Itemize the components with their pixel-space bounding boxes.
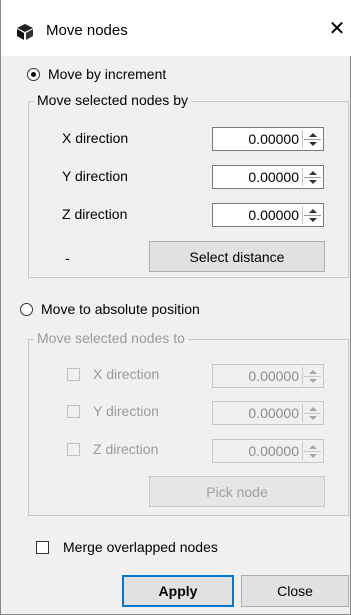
cube-icon — [17, 24, 33, 40]
move-selected-nodes-to-title: Move selected nodes to — [34, 330, 188, 346]
spin-down-icon[interactable] — [304, 451, 321, 460]
move-selected-nodes-by-title: Move selected nodes by — [34, 92, 191, 108]
abs-x-direction-spinbox[interactable]: 0.00000 — [212, 364, 324, 388]
x-direction-spinbox[interactable]: 0.00000 — [212, 127, 324, 151]
z-direction-checkbox[interactable] — [67, 443, 80, 456]
close-button[interactable]: Close — [241, 575, 349, 607]
x-direction-value[interactable]: 0.00000 — [248, 131, 299, 147]
move-by-increment-radio[interactable] — [27, 68, 40, 81]
x-direction-label: X direction — [62, 130, 129, 146]
spin-up-icon[interactable] — [304, 130, 321, 139]
distance-placeholder-label: - — [65, 250, 70, 266]
abs-y-direction-spinbox[interactable]: 0.00000 — [212, 401, 324, 425]
move-to-absolute-label[interactable]: Move to absolute position — [41, 301, 200, 317]
spin-down-icon[interactable] — [304, 177, 321, 186]
window-title: Move nodes — [46, 22, 128, 39]
apply-button[interactable]: Apply — [122, 575, 234, 607]
merge-overlapped-label[interactable]: Merge overlapped nodes — [63, 539, 218, 555]
close-icon[interactable]: ✕ — [327, 19, 347, 39]
spin-up-icon[interactable] — [304, 367, 321, 376]
move-by-increment-label[interactable]: Move by increment — [48, 66, 166, 82]
abs-y-direction-value[interactable]: 0.00000 — [248, 405, 299, 421]
abs-z-direction-spinbox[interactable]: 0.00000 — [212, 439, 324, 463]
pick-node-button[interactable]: Pick node — [149, 476, 325, 507]
select-distance-button[interactable]: Select distance — [149, 241, 325, 272]
spin-down-icon[interactable] — [304, 215, 321, 224]
spin-down-icon[interactable] — [304, 139, 321, 148]
abs-x-direction-label: X direction — [93, 366, 160, 382]
spin-up-icon[interactable] — [304, 206, 321, 215]
spin-up-icon[interactable] — [304, 442, 321, 451]
move-to-absolute-radio[interactable] — [20, 303, 33, 316]
abs-y-direction-label: Y direction — [93, 403, 159, 419]
move-nodes-dialog: Move nodes ✕ Move by increment Move sele… — [0, 0, 351, 615]
y-direction-value[interactable]: 0.00000 — [248, 169, 299, 185]
spin-down-icon[interactable] — [304, 376, 321, 385]
abs-x-direction-value[interactable]: 0.00000 — [248, 368, 299, 384]
x-direction-checkbox[interactable] — [67, 368, 80, 381]
spin-up-icon[interactable] — [304, 168, 321, 177]
z-direction-label: Z direction — [62, 206, 128, 222]
y-direction-spinbox[interactable]: 0.00000 — [212, 165, 324, 189]
title-bar: Move nodes ✕ — [1, 0, 351, 56]
z-direction-value[interactable]: 0.00000 — [248, 207, 299, 223]
y-direction-checkbox[interactable] — [67, 405, 80, 418]
merge-overlapped-checkbox[interactable] — [36, 541, 49, 554]
abs-z-direction-value[interactable]: 0.00000 — [248, 443, 299, 459]
spin-down-icon[interactable] — [304, 413, 321, 422]
spin-up-icon[interactable] — [304, 404, 321, 413]
y-direction-label: Y direction — [62, 168, 128, 184]
abs-z-direction-label: Z direction — [93, 441, 159, 457]
z-direction-spinbox[interactable]: 0.00000 — [212, 203, 324, 227]
